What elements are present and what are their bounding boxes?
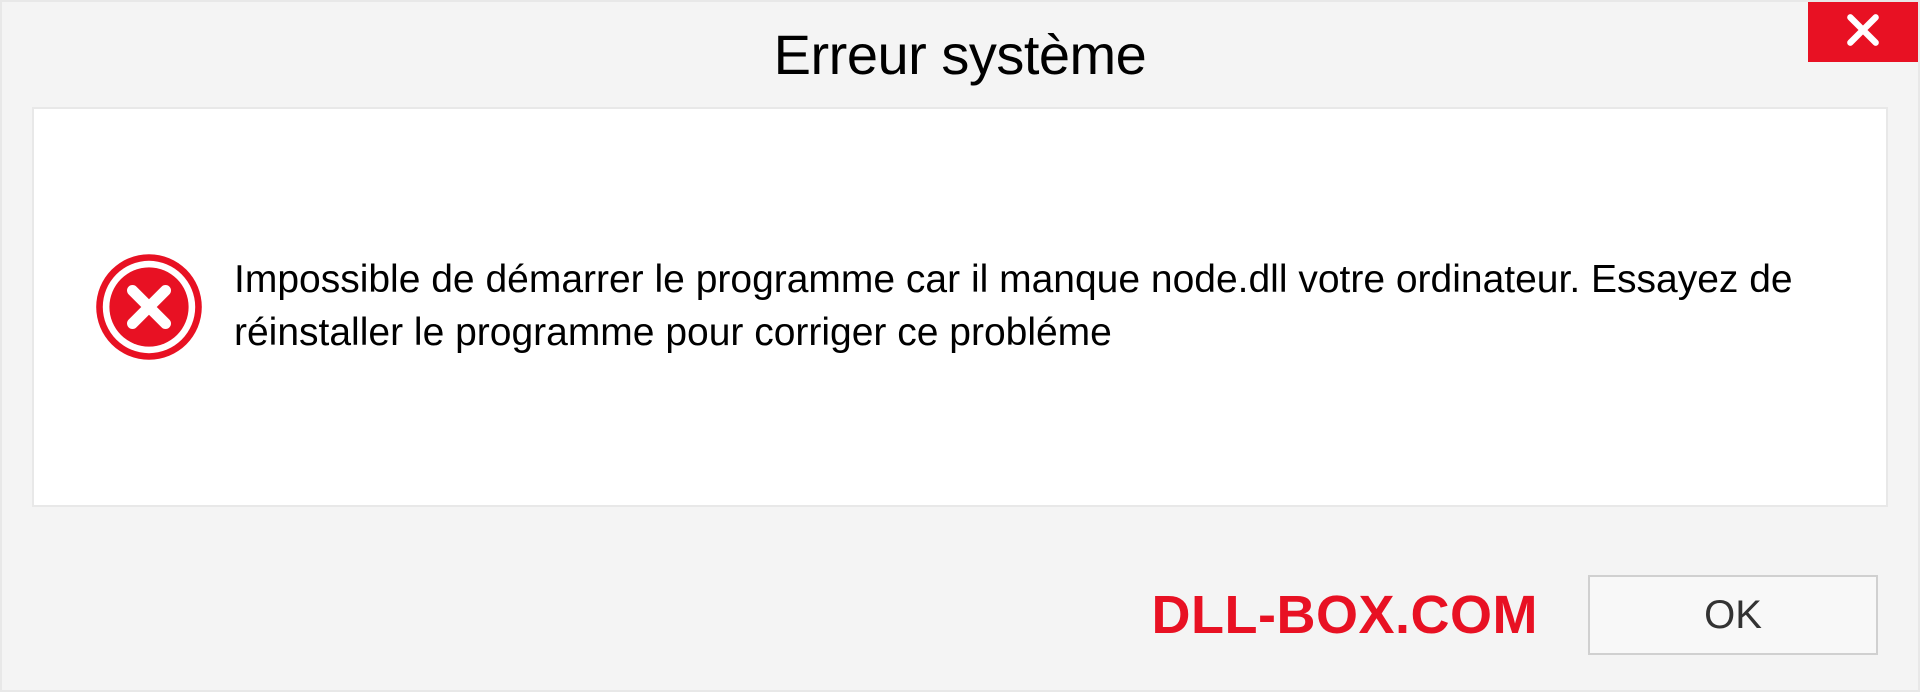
titlebar: Erreur système	[2, 2, 1918, 107]
content-area: Impossible de démarrer le programme car …	[32, 107, 1888, 507]
error-dialog: Erreur système Impossible de démarrer le…	[0, 0, 1920, 692]
close-icon	[1844, 11, 1882, 54]
watermark-text: DLL-BOX.COM	[1152, 584, 1538, 646]
dialog-footer: DLL-BOX.COM OK	[2, 540, 1918, 690]
error-icon	[94, 252, 204, 362]
error-message: Impossible de démarrer le programme car …	[234, 254, 1826, 359]
close-button[interactable]	[1808, 2, 1918, 62]
ok-button[interactable]: OK	[1588, 575, 1878, 655]
dialog-title: Erreur système	[774, 22, 1147, 87]
